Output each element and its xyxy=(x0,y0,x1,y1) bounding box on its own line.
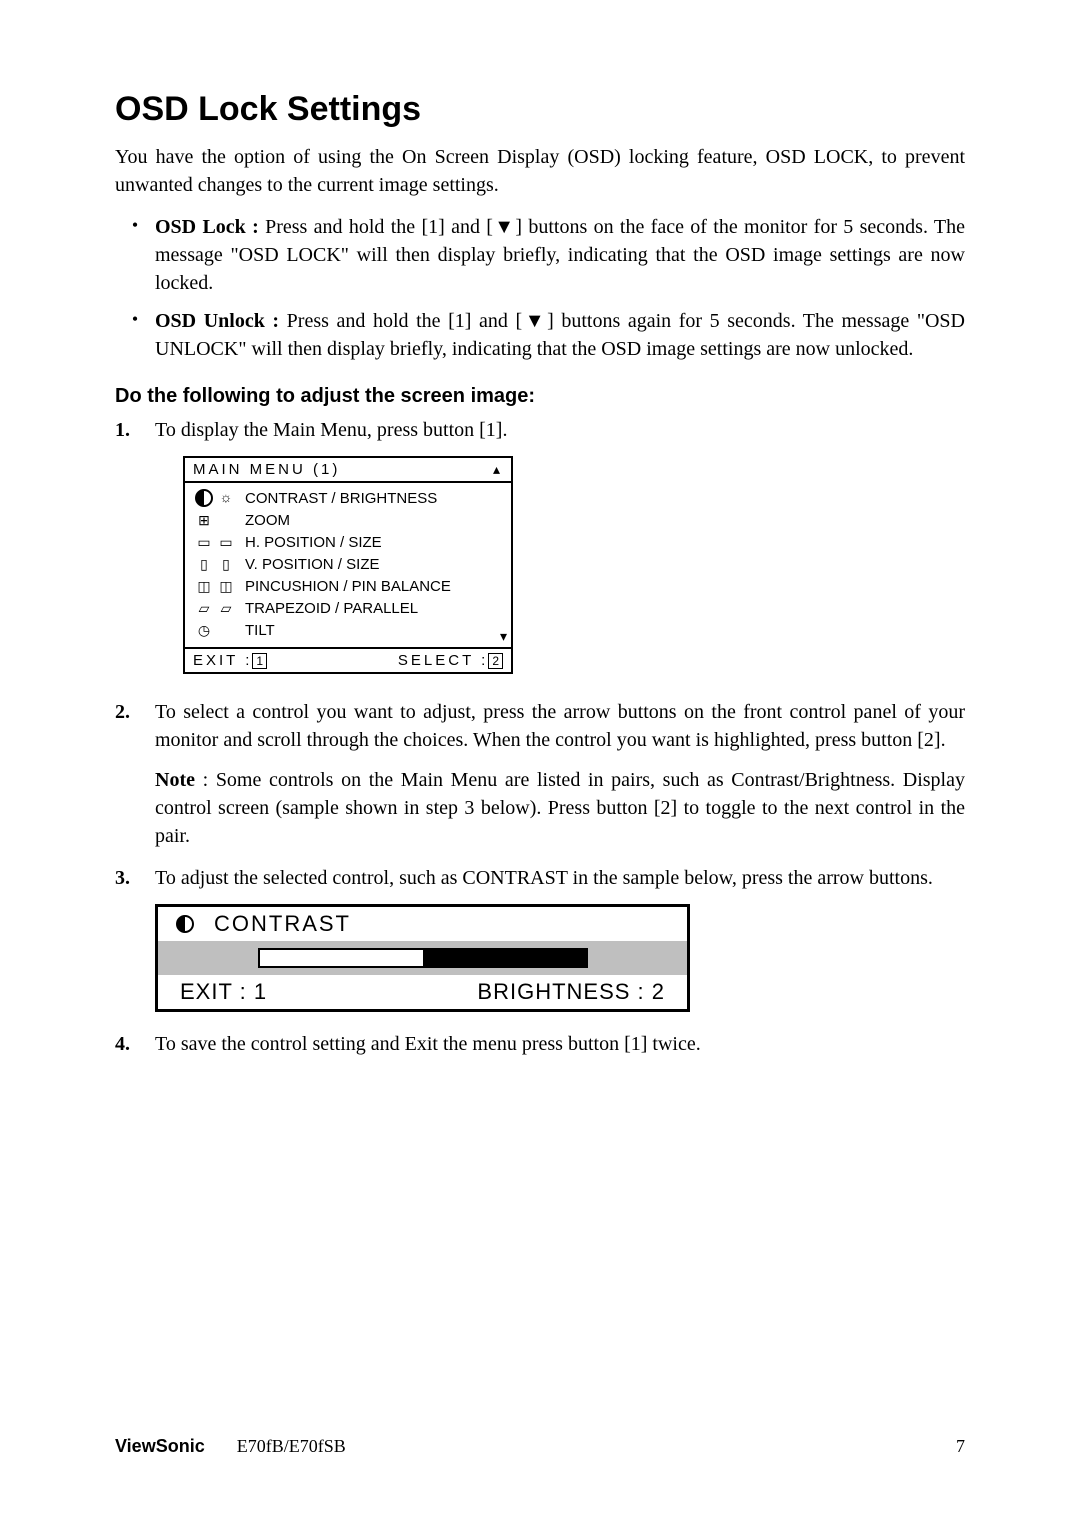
contrast-title-text: CONTRAST xyxy=(214,911,351,937)
osd-item: V. POSITION / SIZE xyxy=(245,556,379,573)
contrast-icon xyxy=(176,915,194,933)
pinbalance-icon: ◫ xyxy=(217,578,235,594)
step-item: 4. To save the control setting and Exit … xyxy=(115,1030,965,1058)
contrast-title-row: CONTRAST xyxy=(158,907,687,941)
step-number: 2. xyxy=(115,698,155,754)
slider-empty xyxy=(260,950,423,966)
bullet-label: OSD Unlock : xyxy=(155,310,279,332)
contrast-control-figure: CONTRAST EXIT : 1 BRIGHTNESS : 2 xyxy=(155,904,690,1012)
bullet-list: • OSD Lock : Press and hold the [1] and … xyxy=(115,213,965,363)
bullet-dot-icon: • xyxy=(115,213,155,297)
step-number: 1. xyxy=(115,416,155,444)
osd-exit-label: EXIT : xyxy=(193,652,252,669)
note-block: Note : Some controls on the Main Menu ar… xyxy=(155,766,965,850)
step-item: 1. To display the Main Menu, press butto… xyxy=(115,416,965,444)
page-footer: ViewSonic E70fB/E70fSB 7 xyxy=(115,1436,965,1457)
contrast-slider-row xyxy=(158,941,687,975)
page-title: OSD Lock Settings xyxy=(115,90,965,129)
bullet-label: OSD Lock : xyxy=(155,216,259,238)
bullet-text: Press and hold the [1] and [▼] buttons o… xyxy=(155,216,965,294)
contrast-brightness-label: BRIGHTNESS : 2 xyxy=(477,979,665,1005)
adjust-heading: Do the following to adjust the screen im… xyxy=(115,385,965,408)
contrast-slider xyxy=(258,948,588,968)
osd-select-key: 2 xyxy=(488,653,503,669)
step-number: 3. xyxy=(115,864,155,892)
contrast-exit-label: EXIT : 1 xyxy=(180,979,267,1005)
arrow-down-icon: ▾ xyxy=(500,628,507,645)
contrast-footer: EXIT : 1 BRIGHTNESS : 2 xyxy=(158,975,687,1009)
osd-item: TRAPEZOID / PARALLEL xyxy=(245,600,418,617)
vsize-icon: ▯ xyxy=(217,556,235,572)
arrow-up-icon: ▴ xyxy=(493,461,503,478)
zoom-icon: ⊞ xyxy=(195,512,213,528)
intro-paragraph: You have the option of using the On Scre… xyxy=(115,143,965,199)
osd-main-menu-figure: MAIN MENU (1) ▴ ☼ CONTRAST / BRIGHTNESS ⊞… xyxy=(183,456,513,674)
note-label: Note xyxy=(155,769,195,791)
osd-title-text: MAIN MENU (1) xyxy=(193,461,340,478)
osd-item: ZOOM xyxy=(245,512,290,529)
contrast-icon xyxy=(195,489,213,507)
tilt-icon: ◷ xyxy=(195,622,213,638)
step-item: 3. To adjust the selected control, such … xyxy=(115,864,965,892)
bullet-dot-icon: • xyxy=(115,307,155,363)
vpos-icon: ▯ xyxy=(195,556,213,572)
step-text: To save the control setting and Exit the… xyxy=(155,1030,965,1058)
bullet-item: • OSD Unlock : Press and hold the [1] an… xyxy=(115,307,965,363)
trapezoid-icon: ▱ xyxy=(195,600,213,616)
osd-item: PINCUSHION / PIN BALANCE xyxy=(245,578,451,595)
brightness-icon: ☼ xyxy=(217,489,235,505)
slider-filled xyxy=(423,950,586,966)
osd-title-bar: MAIN MENU (1) ▴ xyxy=(185,458,511,483)
note-text: : Some controls on the Main Menu are lis… xyxy=(155,769,965,847)
osd-footer: EXIT :1 SELECT :2 xyxy=(185,647,511,672)
step-text: To display the Main Menu, press button [… xyxy=(155,416,965,444)
osd-item: CONTRAST / BRIGHTNESS xyxy=(245,490,437,507)
footer-brand: ViewSonic xyxy=(115,1436,205,1457)
hsize-icon: ▭ xyxy=(217,534,235,550)
hpos-icon: ▭ xyxy=(195,534,213,550)
osd-exit-key: 1 xyxy=(252,653,267,669)
step-item: 2. To select a control you want to adjus… xyxy=(115,698,965,754)
footer-page-number: 7 xyxy=(956,1436,965,1457)
pincushion-icon: ◫ xyxy=(195,578,213,594)
step-text: To select a control you want to adjust, … xyxy=(155,698,965,754)
footer-model: E70fB/E70fSB xyxy=(237,1436,346,1457)
step-text: To adjust the selected control, such as … xyxy=(155,864,965,892)
bullet-item: • OSD Lock : Press and hold the [1] and … xyxy=(115,213,965,297)
step-number: 4. xyxy=(115,1030,155,1058)
osd-item: TILT xyxy=(245,622,275,639)
osd-item: H. POSITION / SIZE xyxy=(245,534,382,551)
osd-select-label: SELECT : xyxy=(398,652,488,669)
osd-body: ☼ CONTRAST / BRIGHTNESS ⊞ ZOOM ▭▭ H. POSITI… xyxy=(185,483,511,647)
parallel-icon: ▱ xyxy=(217,600,235,616)
